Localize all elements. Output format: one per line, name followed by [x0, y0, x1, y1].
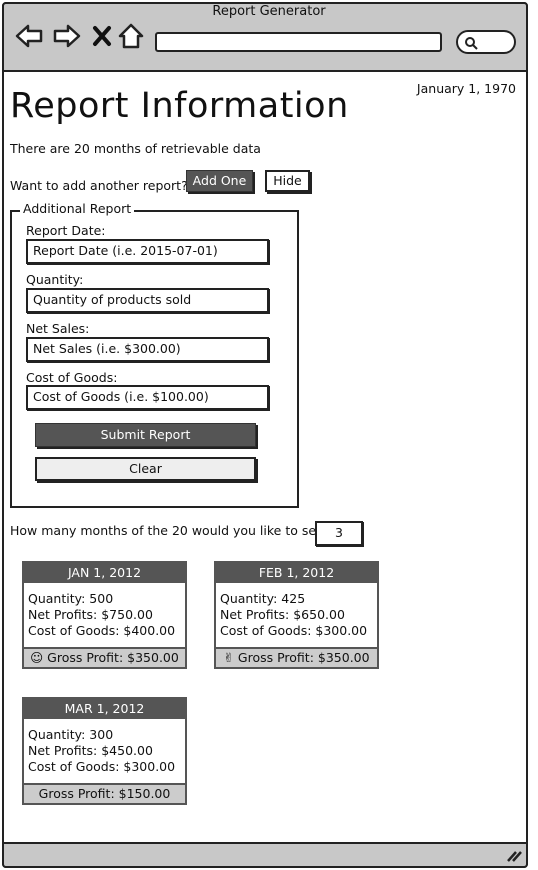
back-arrow-icon[interactable]	[14, 22, 44, 50]
card-body: Quantity: 300 Net Profits: $450.00 Cost …	[24, 719, 185, 783]
page-title: Report Information	[10, 86, 349, 126]
net-sales-input[interactable]: Net Sales (i.e. $300.00)	[26, 337, 269, 362]
report-card: MAR 1, 2012 Quantity: 300 Net Profits: $…	[22, 697, 187, 805]
net-sales-label: Net Sales:	[26, 321, 90, 336]
card-title: JAN 1, 2012	[24, 563, 185, 583]
report-date-label: Report Date:	[26, 223, 106, 238]
card-title: MAR 1, 2012	[24, 699, 185, 719]
data-summary: There are 20 months of retrievable data	[10, 141, 261, 156]
browser-search-box[interactable]	[456, 30, 516, 54]
card-cost-of-goods: Cost of Goods: $300.00	[220, 623, 368, 638]
home-icon[interactable]	[118, 22, 144, 50]
status-bar	[2, 842, 528, 868]
quantity-label: Quantity:	[26, 272, 84, 287]
months-input[interactable]: 3	[315, 521, 363, 546]
card-body: Quantity: 425 Net Profits: $650.00 Cost …	[216, 583, 377, 647]
submit-report-button[interactable]: Submit Report	[35, 423, 256, 447]
gross-profit-text: Gross Profit: $350.00	[237, 650, 370, 665]
report-date-input[interactable]: Report Date (i.e. 2015-07-01)	[26, 239, 269, 264]
cost-of-goods-input[interactable]: Cost of Goods (i.e. $100.00)	[26, 385, 269, 410]
card-gross-profit: ✌ Gross Profit: $350.00	[216, 647, 377, 667]
gross-profit-text: Gross Profit: $150.00	[38, 786, 171, 801]
card-net-profits: Net Profits: $450.00	[28, 743, 153, 758]
window-title: Report Generator	[212, 4, 326, 19]
add-one-button[interactable]: Add One	[186, 170, 253, 192]
form-legend: Additional Report	[20, 201, 135, 216]
forward-arrow-icon[interactable]	[52, 22, 82, 50]
cost-of-goods-label: Cost of Goods:	[26, 370, 118, 385]
close-x-icon[interactable]	[91, 22, 113, 50]
add-report-prompt: Want to add another report?	[10, 178, 188, 193]
page-date: January 1, 1970	[416, 81, 516, 96]
hide-button[interactable]: Hide	[265, 170, 310, 192]
card-gross-profit: Gross Profit: $150.00	[24, 783, 185, 803]
card-net-profits: Net Profits: $750.00	[28, 607, 153, 622]
report-card: JAN 1, 2012 Quantity: 500 Net Profits: $…	[22, 561, 187, 669]
card-gross-profit: ☺ Gross Profit: $350.00	[24, 647, 185, 667]
clear-button[interactable]: Clear	[35, 457, 256, 481]
address-bar[interactable]	[155, 32, 442, 52]
resize-handle-icon[interactable]	[506, 849, 524, 863]
smiley-icon: ☺	[30, 650, 44, 665]
card-body: Quantity: 500 Net Profits: $750.00 Cost …	[24, 583, 185, 647]
card-quantity: Quantity: 300	[28, 727, 114, 742]
card-cost-of-goods: Cost of Goods: $400.00	[28, 623, 176, 638]
gross-profit-text: Gross Profit: $350.00	[47, 650, 179, 665]
search-icon	[465, 37, 478, 50]
card-quantity: Quantity: 500	[28, 591, 114, 606]
quantity-input[interactable]: Quantity of products sold	[26, 288, 269, 313]
card-cost-of-goods: Cost of Goods: $300.00	[28, 759, 176, 774]
card-title: FEB 1, 2012	[216, 563, 377, 583]
card-quantity: Quantity: 425	[220, 591, 306, 606]
card-net-profits: Net Profits: $650.00	[220, 607, 345, 622]
months-prompt: How many months of the 20 would you like…	[10, 523, 331, 538]
report-card: FEB 1, 2012 Quantity: 425 Net Profits: $…	[214, 561, 379, 669]
peace-hand-icon: ✌	[223, 650, 234, 665]
